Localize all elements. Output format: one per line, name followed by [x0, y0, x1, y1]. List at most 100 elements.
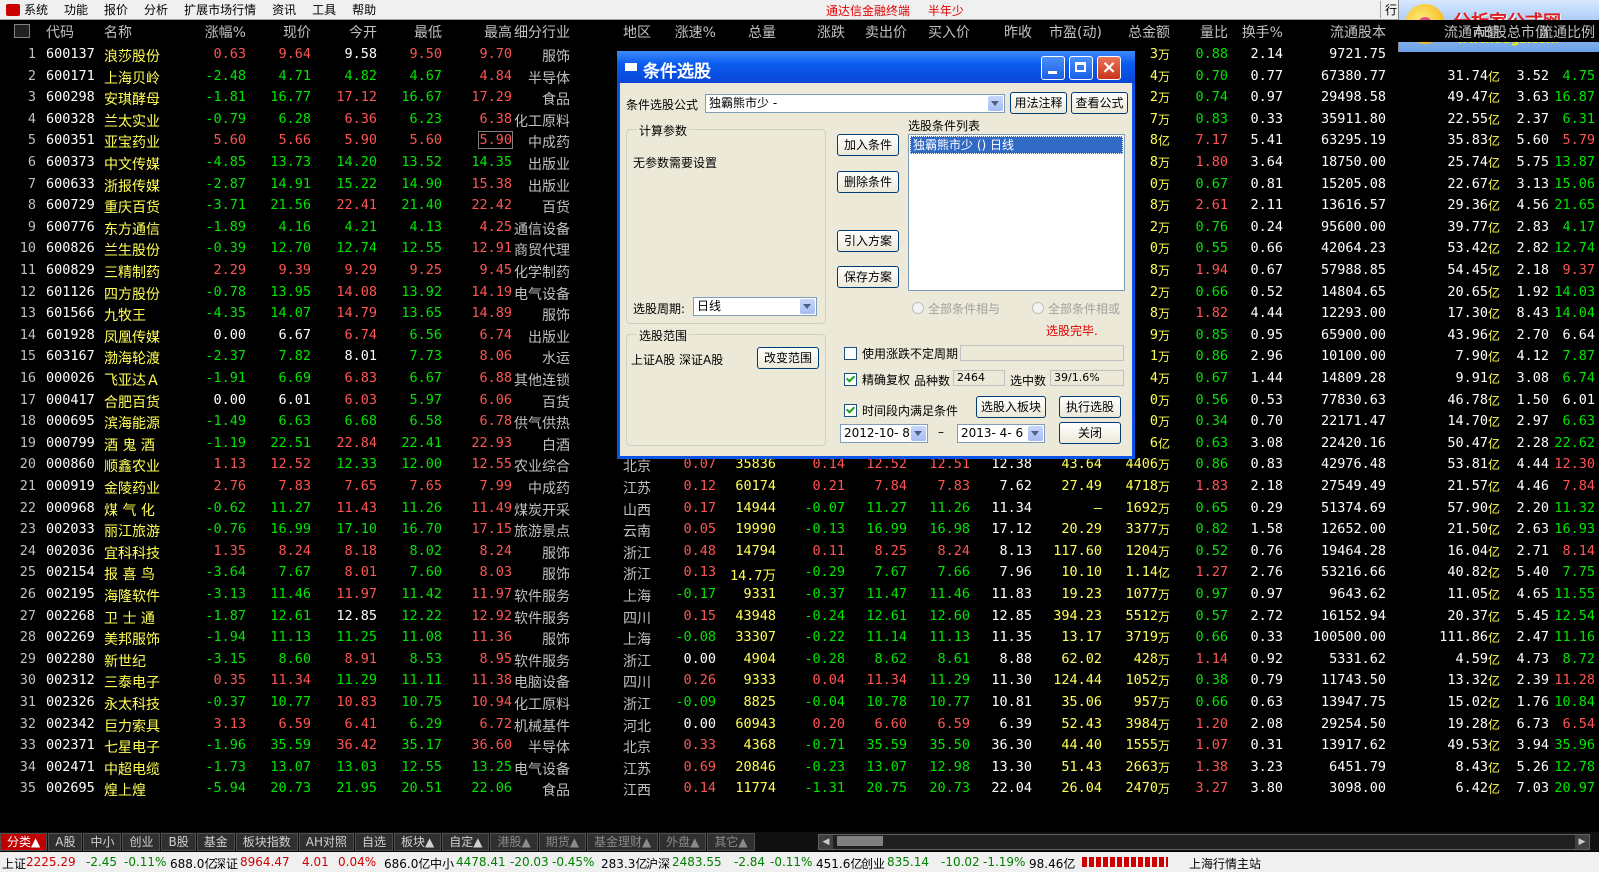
execute-selection-button[interactable]: 执行选股	[1059, 396, 1121, 418]
column-header-15[interactable]: 市盈(动)	[1049, 22, 1102, 42]
menu-function[interactable]: 功能	[64, 1, 88, 18]
cell-prev: 8.88	[999, 650, 1032, 667]
dialog-titlebar[interactable]: 条件选股 ×	[617, 51, 1135, 83]
view-formula-button[interactable]: 查看公式	[1071, 92, 1128, 114]
cell-fs: 22171.47	[1320, 413, 1386, 430]
checkbox-precise-adjust[interactable]: 精确复权	[844, 371, 910, 388]
column-header-13[interactable]: 买入价	[928, 22, 970, 42]
column-header-21[interactable]: AB股总市值	[1474, 22, 1549, 42]
table-row[interactable]: 35 002695 煌上煌 -5.94 20.73 21.95 20.51 22.06 食品 江西…	[0, 777, 1599, 799]
period-select[interactable]: 日线	[693, 297, 817, 316]
column-header-0[interactable]: 代码	[46, 22, 74, 42]
usage-notes-button[interactable]: 用法注释	[1010, 92, 1067, 114]
tab-11[interactable]: 港股▲	[490, 832, 538, 851]
tab-6[interactable]: 板块指数	[235, 832, 298, 851]
tab-7[interactable]: AH对照	[298, 832, 354, 851]
checkbox-period-condition[interactable]: 时间段内满足条件	[844, 402, 958, 419]
column-header-2[interactable]: 涨幅%	[205, 22, 246, 42]
close-icon[interactable]: ×	[1097, 56, 1121, 80]
table-row[interactable]: 21 000919 金陵药业 2.76 7.83 7.65 7.65 7.99 中成药 江苏 0.1…	[0, 475, 1599, 497]
table-row[interactable]: 22 000968 煤 气 化 -0.62 11.27 11.43 11.26 11.49 煤炭…	[0, 497, 1599, 519]
tab-14[interactable]: 外盘▲	[659, 832, 707, 851]
cy-index-value: 835.14	[887, 855, 929, 869]
chevron-down-icon[interactable]	[911, 426, 926, 441]
scroll-right-icon[interactable]: ▶	[1575, 835, 1589, 849]
horizontal-scrollbar[interactable]: ◀ ▶	[818, 834, 1590, 850]
column-header-18[interactable]: 换手%	[1242, 22, 1283, 42]
column-header-22[interactable]: 流通比例	[1539, 22, 1595, 42]
table-row[interactable]: 32 002342 巨力索具 3.13 6.59 6.41 6.29 6.72 机械基件 河北 0.…	[0, 713, 1599, 735]
radio-all-and[interactable]: 全部条件相与	[912, 300, 1000, 317]
table-row[interactable]: 31 002326 永太科技 -0.37 10.77 10.83 10.75 10.94 化工原…	[0, 691, 1599, 713]
table-row[interactable]: 34 002471 中超电缆 -1.73 13.07 13.03 12.55 13.25 电气设…	[0, 756, 1599, 778]
cell-ind: 软件服务	[514, 653, 570, 670]
date-to-picker[interactable]: 2013- 4- 6	[957, 424, 1045, 443]
import-scheme-button[interactable]: 引入方案	[837, 230, 899, 252]
column-header-14[interactable]: 昨收	[1004, 22, 1032, 42]
menu-system[interactable]: 系统	[24, 1, 48, 18]
radio-all-or[interactable]: 全部条件相或	[1032, 300, 1120, 317]
chevron-down-icon[interactable]	[800, 299, 815, 314]
tab-9[interactable]: 板块▲	[394, 832, 442, 851]
column-header-7[interactable]: 细分行业	[514, 22, 570, 42]
column-header-19[interactable]: 流通股本	[1330, 22, 1386, 42]
table-row[interactable]: 28 002269 美邦服饰 -1.94 11.13 11.25 11.08 11.36 服饰 上…	[0, 626, 1599, 648]
scroll-left-icon[interactable]: ◀	[819, 835, 833, 849]
menu-tools[interactable]: 工具	[312, 1, 336, 18]
tab-13[interactable]: 基金理财▲	[586, 832, 659, 851]
column-header-6[interactable]: 最高	[484, 22, 512, 42]
scrollbar-thumb[interactable]	[837, 836, 883, 846]
table-row[interactable]: 27 002268 卫 士 通 -1.87 12.61 12.85 12.22 12.92 软件…	[0, 605, 1599, 627]
table-row[interactable]: 24 002036 宜科科技 1.35 8.24 8.18 8.02 8.24 服饰 浙江 0.48…	[0, 540, 1599, 562]
column-header-9[interactable]: 涨速%	[675, 22, 716, 42]
tab-5[interactable]: 基金	[196, 832, 235, 851]
chevron-down-icon[interactable]	[1028, 426, 1043, 441]
add-condition-button[interactable]: 加入条件	[837, 134, 899, 156]
tab-4[interactable]: B股	[161, 832, 196, 851]
tab-1[interactable]: A股	[48, 832, 83, 851]
add-to-block-button[interactable]: 选股入板块	[976, 396, 1046, 418]
menu-help[interactable]: 帮助	[352, 1, 376, 18]
checkbox-uncertain-period[interactable]: 使用涨跌不定周期	[844, 345, 958, 362]
delete-condition-button[interactable]: 删除条件	[837, 171, 899, 193]
column-header-17[interactable]: 量比	[1200, 22, 1228, 42]
tab-0[interactable]: 分类▲	[0, 832, 48, 851]
maximize-button[interactable]	[1069, 56, 1093, 80]
column-header-1[interactable]: 名称	[104, 22, 132, 42]
formula-select[interactable]: 独霸熊市少 -	[705, 94, 1005, 113]
column-header-11[interactable]: 涨跌	[817, 22, 845, 42]
market-station[interactable]: 上海行情主站	[1189, 855, 1261, 872]
tab-15[interactable]: 其它▲	[707, 832, 755, 851]
column-header-4[interactable]: 今开	[349, 22, 377, 42]
table-row[interactable]: 33 002371 七星电子 -1.96 35.59 36.42 35.17 36.60 半导体…	[0, 734, 1599, 756]
change-range-button[interactable]: 改变范围	[757, 347, 819, 369]
tab-12[interactable]: 期货▲	[538, 832, 586, 851]
column-header-16[interactable]: 总金额	[1128, 22, 1170, 42]
column-header-5[interactable]: 最低	[414, 22, 442, 42]
menu-news[interactable]: 资讯	[272, 1, 296, 18]
save-scheme-button[interactable]: 保存方案	[837, 266, 899, 288]
table-row[interactable]: 25 002154 报 喜 鸟 -3.64 7.67 8.01 7.60 8.03 服饰 浙江 0.…	[0, 561, 1599, 584]
column-header-3[interactable]: 现价	[283, 22, 311, 42]
menu-quote[interactable]: 报价	[104, 1, 128, 18]
table-row[interactable]: 30 002312 三泰电子 0.35 11.34 11.29 11.11 11.38 电脑设备…	[0, 669, 1599, 691]
tab-8[interactable]: 自选	[354, 832, 393, 851]
menu-extended-market[interactable]: 扩展市场行情	[184, 1, 256, 18]
table-row[interactable]: 23 002033 丽江旅游 -0.76 16.99 17.10 16.70 17.15 旅游景…	[0, 518, 1599, 540]
close-button[interactable]: 关闭	[1059, 422, 1121, 444]
tab-3[interactable]: 创业	[122, 832, 161, 851]
tab-2[interactable]: 中小	[83, 832, 122, 851]
table-row[interactable]: 26 002195 海隆软件 -3.13 11.46 11.97 11.42 11.97 软件服…	[0, 583, 1599, 605]
column-header-8[interactable]: 地区	[623, 22, 651, 42]
column-header-12[interactable]: 卖出价	[865, 22, 907, 42]
column-header-10[interactable]: 总量	[748, 22, 776, 42]
menu-analysis[interactable]: 分析	[144, 1, 168, 18]
tab-10[interactable]: 自定▲	[442, 832, 490, 851]
condition-list-item[interactable]: 独霸熊市少 () 日线	[910, 136, 1123, 154]
column-menu-icon[interactable]	[14, 24, 30, 38]
chevron-down-icon[interactable]	[988, 96, 1003, 111]
table-row[interactable]: 29 002280 新世纪 -3.15 8.60 8.91 8.53 8.95 软件服务 浙江 0.…	[0, 648, 1599, 670]
condition-list[interactable]: 独霸熊市少 () 日线	[908, 134, 1125, 291]
date-from-picker[interactable]: 2012-10- 8	[840, 424, 928, 443]
minimize-button[interactable]	[1041, 56, 1065, 80]
